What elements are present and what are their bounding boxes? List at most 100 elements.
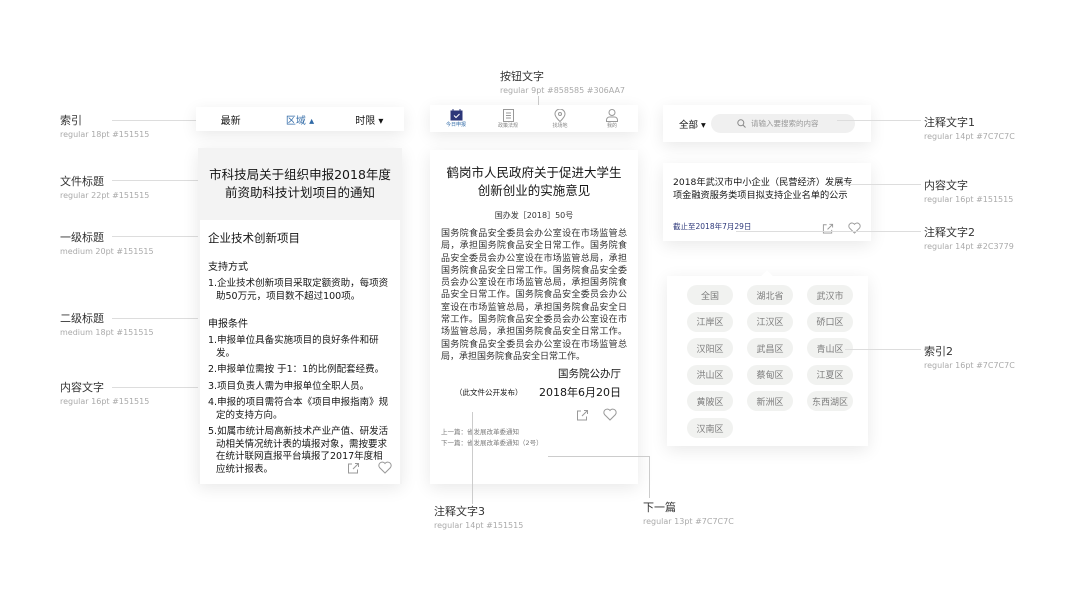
scope-dropdown[interactable]: 全部 ▾ [671,117,711,131]
annotation-title: 一级标题 [60,231,104,244]
share-icon[interactable] [576,408,589,421]
document-title: 市科技局关于组织申报2018年度前资助科技计划项目的通知 [209,167,391,200]
calendar-check-icon [450,109,463,121]
annotation-spec: regular 16pt #151515 [60,397,150,406]
region-chip[interactable]: 湖北省 [747,285,793,305]
list-item: 2.申报单位需按 于1：1的比例配套经费。 [208,364,385,375]
tab-policy[interactable]: 政策法规 [482,105,534,132]
issuer: 国务院公办厅 [558,368,621,381]
heart-icon[interactable] [378,461,392,474]
annotation-index: 索引 regular 18pt #151515 [60,112,149,139]
annotation-next: 下一篇 regular 13pt #7C7C7C [643,499,734,526]
heart-icon[interactable] [848,222,861,234]
region-chip[interactable]: 江汉区 [747,311,793,332]
annotation-note1: 注释文字1 regular 14pt #7C7C7C [924,114,1015,141]
tab-label: 今日申报 [445,122,466,128]
list-item: 4.申报的项目需符合本《项目申报指南》规定的支持方向。 [208,397,389,421]
leader-line [472,412,473,504]
region-chip[interactable]: 全国 [687,285,733,305]
document-number: 国办发［2018］50号 [494,211,574,220]
search-icon [737,119,746,128]
tab-mine[interactable]: 我的 [586,105,638,132]
leader-line [548,456,650,457]
annotation-h1: 一级标题 medium 20pt #151515 [60,229,154,256]
region-chip[interactable]: 汉南区 [687,418,733,438]
region-chip[interactable]: 江夏区 [807,364,853,385]
document-card: 鹤岗市人民政府关于促进大学生创新创业的实施意见 国办发［2018］50号 国务院… [430,150,638,484]
document-title: 鹤岗市人民政府关于促进大学生创新创业的实施意见 [446,165,622,198]
share-icon[interactable] [822,222,834,234]
issue-date: 2018年6月20日 [539,386,621,400]
annotation-title: 注释文字3 [434,505,485,518]
h2-heading: 支持方式 [208,262,248,273]
search-input[interactable]: 请输入要搜索的内容 [711,114,855,133]
filter-bar: 最新 区域 ▴ 时限 ▾ [196,107,404,131]
leader-line [736,231,921,232]
h2-heading: 申报条件 [208,319,248,330]
annotation-body: 内容文字 regular 16pt #151515 [60,379,149,406]
prev-article-link[interactable]: 上一篇：省发展改革委通知 [441,427,627,438]
leader-line [837,184,921,185]
annotation-spec: regular 18pt #151515 [60,130,150,139]
panel-pointer [761,270,773,282]
leader-line [837,120,921,121]
tab-find-venue[interactable]: 找场地 [534,105,586,132]
list-item-card[interactable]: 2018年武汉市中小企业（民营经济）发展专项金融资服务类项目拟支持企业名单的公示… [663,163,871,241]
region-chip[interactable]: 武昌区 [747,338,793,359]
search-bar: 全部 ▾ 请输入要搜索的内容 [663,105,871,142]
annotation-spec: regular 16pt #7C7C7C [924,361,1015,370]
annotation-title: 内容文字 [924,179,968,192]
leader-line [112,318,198,319]
annotation-note3: 注释文字3 regular 14pt #151515 [434,503,523,530]
annotation-title: 索引2 [924,345,953,358]
annotation-title: 下一篇 [643,501,676,514]
region-chip[interactable]: 洪山区 [687,364,733,385]
location-pin-icon [554,108,566,122]
heart-icon[interactable] [603,408,617,421]
list-item: 3.项目负责人需为申报单位全职人员。 [208,380,370,392]
leader-line [845,349,921,350]
region-chip[interactable]: 江岸区 [687,311,733,332]
annotation-spec: regular 13pt #7C7C7C [643,517,734,526]
search-placeholder: 请输入要搜索的内容 [751,119,819,128]
tab-bar: 今日申报 政策法规 找场地 我的 [430,105,638,132]
annotation-spec: medium 18pt #151515 [60,328,154,337]
annotation-spec: regular 16pt #151515 [924,195,1014,204]
annotation-spec: regular 14pt #151515 [434,521,524,530]
region-chip[interactable]: 东西湖区 [807,391,853,412]
leader-line [112,387,198,388]
share-icon[interactable] [347,461,360,474]
region-chip[interactable]: 汉阳区 [687,338,733,359]
document-body: 国务院食品安全委员会办公室设在市场监管总局，承担国务院食品安全日常工作。国务院食… [441,229,627,362]
tab-label: 我的 [606,122,617,129]
annotation-spec: regular 14pt #7C7C7C [924,132,1015,141]
leader-line [112,180,198,181]
filter-latest[interactable]: 最新 [196,112,265,127]
tab-label: 找场地 [552,122,568,129]
annotation-title: 注释文字2 [924,226,975,239]
annotation-title: 文件标题 [60,175,104,188]
document-icon [502,108,514,122]
leader-line [649,456,650,498]
annotation-title: 按钮文字 [500,70,544,83]
tab-label: 政策法规 [497,122,518,129]
leader-line [112,120,196,121]
annotation-content: 内容文字 regular 16pt #151515 [924,177,1013,204]
region-chip[interactable]: 武汉市 [807,285,853,305]
annotation-title: 注释文字1 [924,116,975,129]
next-article-link[interactable]: 下一篇：省发展改革委通知（2号） [441,438,627,449]
list-item-title: 2018年武汉市中小企业（民营经济）发展专项金融资服务类项目拟支持企业名单的公示 [673,177,853,201]
region-panel: 全国 湖北省 武汉市 江岸区 江汉区 硚口区 汉阳区 武昌区 青山区 洪山区 蔡甸区 江夏区 黄陂区 新洲… [667,270,868,446]
region-chip[interactable]: 硚口区 [807,311,853,332]
annotation-button-text: 按钮文字 regular 9pt #858585 #306AA7 [500,68,625,95]
public-note: （此文件公开发布） [455,387,523,397]
annotation-h2: 二级标题 medium 18pt #151515 [60,310,154,337]
region-chip[interactable]: 蔡甸区 [747,364,793,385]
filter-time-limit[interactable]: 时限 ▾ [335,112,404,127]
region-chip[interactable]: 黄陂区 [687,391,733,412]
annotation-doc-title: 文件标题 regular 22pt #151515 [60,173,149,200]
region-chip[interactable]: 新洲区 [747,391,793,412]
tab-today[interactable]: 今日申报 [430,105,482,132]
filter-region[interactable]: 区域 ▴ [265,112,334,127]
annotation-index2: 索引2 regular 16pt #7C7C7C [924,343,1015,370]
